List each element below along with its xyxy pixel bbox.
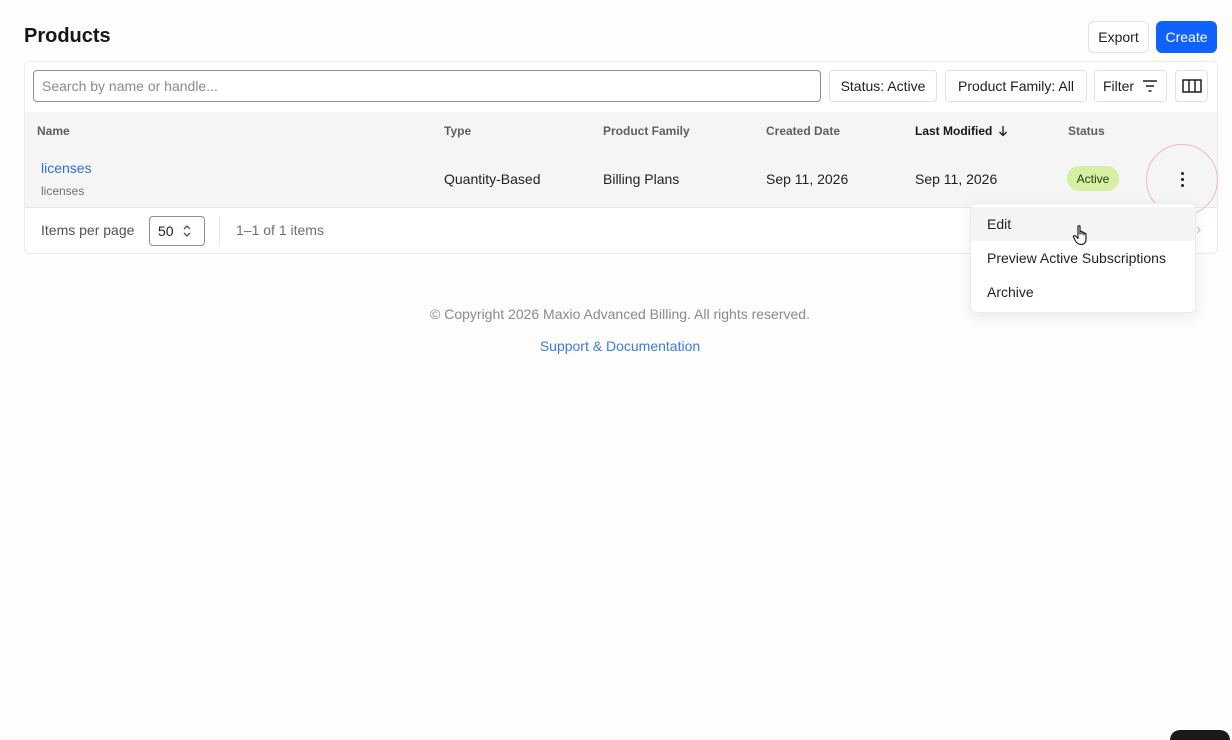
filter-button[interactable]: Filter <box>1094 70 1167 102</box>
export-button[interactable]: Export <box>1088 21 1149 53</box>
menu-item-preview-active-subscriptions[interactable]: Preview Active Subscriptions <box>971 241 1195 275</box>
product-family-filter-label: Product Family: All <box>958 78 1074 94</box>
chat-widget-button[interactable] <box>1170 730 1230 740</box>
column-header-product-family[interactable]: Product Family <box>603 124 690 138</box>
product-created-date: Sep 11, 2026 <box>766 171 849 187</box>
product-last-modified: Sep 11, 2026 <box>915 171 998 187</box>
support-documentation-link[interactable]: Support & Documentation <box>0 338 1232 354</box>
column-header-name[interactable]: Name <box>37 124 70 138</box>
pagination-divider <box>219 216 220 246</box>
menu-item-archive[interactable]: Archive <box>971 275 1195 309</box>
product-handle: licenses <box>41 184 85 198</box>
create-button[interactable]: Create <box>1156 21 1217 53</box>
hand-pointer-cursor-icon <box>1072 225 1087 246</box>
column-header-type[interactable]: Type <box>444 124 471 138</box>
next-page-chevron-icon[interactable]: › <box>1196 221 1201 239</box>
product-family-filter-button[interactable]: Product Family: All <box>945 70 1087 102</box>
sort-arrow-down-icon <box>999 126 1008 137</box>
columns-button[interactable] <box>1175 70 1208 102</box>
product-type: Quantity-Based <box>444 171 541 187</box>
column-header-last-modified-label: Last Modified <box>915 124 993 138</box>
pagination-count: 1–1 of 1 items <box>236 222 324 238</box>
page-title: Products <box>24 25 111 47</box>
items-per-page-select[interactable]: 50 <box>149 216 205 246</box>
status-filter-label: Status: Active <box>840 78 926 94</box>
row-actions-menu: Edit Preview Active Subscriptions Archiv… <box>970 203 1196 313</box>
filter-lines-icon <box>1143 80 1158 92</box>
search-input[interactable] <box>33 70 821 102</box>
column-header-status: Status <box>1068 124 1105 138</box>
column-header-created-date[interactable]: Created Date <box>766 124 840 138</box>
status-badge: Active <box>1067 166 1119 191</box>
row-actions-kebab-icon[interactable] <box>1170 166 1194 192</box>
product-name-link[interactable]: licenses <box>41 160 92 176</box>
product-family: Billing Plans <box>603 171 680 187</box>
chevron-up-down-icon <box>183 225 191 237</box>
columns-icon <box>1181 79 1202 93</box>
items-per-page-value: 50 <box>158 223 174 239</box>
column-header-last-modified[interactable]: Last Modified <box>915 124 1008 138</box>
filter-label: Filter <box>1102 78 1135 94</box>
status-filter-button[interactable]: Status: Active <box>829 70 937 102</box>
footer-copyright: © Copyright 2026 Maxio Advanced Billing.… <box>430 306 810 322</box>
items-per-page-label: Items per page <box>41 222 135 238</box>
